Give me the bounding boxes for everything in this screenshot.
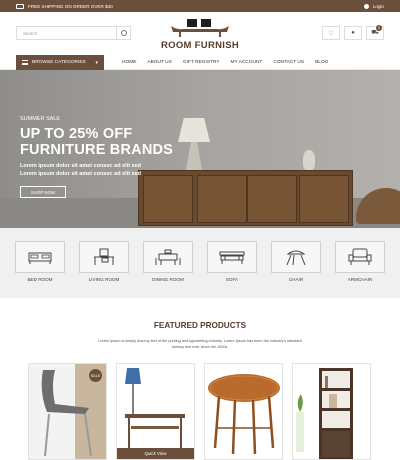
nav-item-about-us[interactable]: ABOUT US xyxy=(147,60,171,65)
hero-subtitle-line2: Lorem ipsum dolor sit amet consec ad eli… xyxy=(20,171,142,177)
wishlist-button[interactable]: ♡ xyxy=(322,26,340,40)
search-input[interactable]: Search xyxy=(17,31,116,36)
sofa-logo-icon xyxy=(171,19,229,37)
top-bar: FREE SHIPPING ON ORDER OVER $40 Login xyxy=(0,0,400,12)
category-box[interactable] xyxy=(143,241,193,273)
category-box[interactable] xyxy=(271,241,321,273)
category-strip: BED ROOM LIVING ROOM DINING ROOM SOFA CH… xyxy=(0,228,400,298)
desk-chair-icon xyxy=(94,248,114,265)
product-card[interactable]: Quick View xyxy=(116,363,195,460)
featured-description: Lorem Ipsum is simply dummy text of the … xyxy=(98,339,302,349)
category-sofa[interactable]: SOFA xyxy=(207,241,257,298)
shop-now-button[interactable]: SHOP NOW xyxy=(20,186,66,198)
chevron-down-icon: ▾ xyxy=(95,59,98,66)
header-icons: ♡ ● ⛟ 0 xyxy=(322,25,384,40)
sale-badge: SALE xyxy=(89,369,102,382)
heart-icon: ♡ xyxy=(328,30,334,37)
category-label: ARMCHAIR xyxy=(347,277,373,282)
product-card[interactable] xyxy=(292,363,371,460)
product-card[interactable]: SALE xyxy=(28,363,107,460)
menu-icon xyxy=(22,60,28,65)
nav-item-home[interactable]: HOME xyxy=(122,60,136,65)
hero-banner: SUMMER SALE UP TO 25% OFF FURNITURE BRAN… xyxy=(0,70,400,228)
header: Search ROOM FURNISH ♡ ● ⛟ 0 xyxy=(0,12,400,54)
search-button[interactable] xyxy=(116,27,130,39)
product-image-bookshelf xyxy=(293,364,370,459)
sofa-icon xyxy=(219,251,245,264)
lamp-image xyxy=(178,118,210,142)
category-label: CHAIR xyxy=(288,277,304,282)
logo-text: ROOM FURNISH xyxy=(160,40,239,51)
login-link[interactable]: Login xyxy=(363,3,384,9)
shipping-notice: FREE SHIPPING ON ORDER OVER $40 xyxy=(16,3,113,9)
search-icon xyxy=(120,30,127,36)
search-box[interactable]: Search xyxy=(16,26,131,40)
product-grid: SALE Quick View xyxy=(28,363,372,460)
hero-kicker: SUMMER SALE xyxy=(20,116,61,122)
hero-title-line1: UP TO 25% OFF xyxy=(20,126,133,142)
category-box[interactable] xyxy=(79,241,129,273)
cart-count-badge: 0 xyxy=(376,25,382,31)
browse-categories-button[interactable]: BROWSE CATEGORIES ▾ xyxy=(16,55,104,70)
logo[interactable]: ROOM FURNISH xyxy=(160,17,240,53)
category-box[interactable] xyxy=(15,241,65,273)
nav-item-blog[interactable]: BLOG xyxy=(315,60,328,65)
login-text[interactable]: Login xyxy=(373,4,384,9)
nav-item-contact-us[interactable]: CONTACT US xyxy=(273,60,304,65)
nav-menu: HOME ABOUT US GIFT REGISTRY MY ACCOUNT C… xyxy=(122,55,328,70)
account-button[interactable]: ● xyxy=(344,26,362,40)
browse-categories-label: BROWSE CATEGORIES xyxy=(32,60,86,65)
dining-table-icon xyxy=(155,249,181,265)
category-dining-room[interactable]: DINING ROOM xyxy=(143,241,193,298)
category-label: LIVING ROOM xyxy=(88,277,120,282)
category-armchair[interactable]: ARMCHAIR xyxy=(335,241,385,298)
nav-item-my-account[interactable]: MY ACCOUNT xyxy=(230,60,262,65)
armchair-icon xyxy=(348,248,372,265)
nav-item-gift-registry[interactable]: GIFT REGISTRY xyxy=(183,60,220,65)
shipping-text: FREE SHIPPING ON ORDER OVER $40 xyxy=(28,3,113,9)
product-card[interactable] xyxy=(204,363,283,460)
sideboard-door xyxy=(247,175,297,223)
main-nav: BROWSE CATEGORIES ▾ HOME ABOUT US GIFT R… xyxy=(0,54,400,70)
quick-view-button[interactable]: Quick View xyxy=(117,448,194,459)
category-box[interactable] xyxy=(207,241,257,273)
bed-icon xyxy=(28,252,52,264)
truck-icon xyxy=(16,3,24,9)
sideboard-door xyxy=(197,175,247,223)
chair-image xyxy=(356,188,400,224)
vase-image xyxy=(303,150,315,170)
lamp-base-image xyxy=(186,142,202,170)
product-image-round-table xyxy=(205,364,282,459)
category-label: SOFA xyxy=(225,277,239,282)
category-bed-room[interactable]: BED ROOM xyxy=(15,241,65,298)
category-label: DINING ROOM xyxy=(152,277,184,282)
user-icon xyxy=(363,3,369,9)
category-box[interactable] xyxy=(335,241,385,273)
category-living-room[interactable]: LIVING ROOM xyxy=(79,241,129,298)
category-chair[interactable]: CHAIR xyxy=(271,241,321,298)
hero-copy: SUMMER SALE UP TO 25% OFF FURNITURE BRAN… xyxy=(20,116,173,198)
sideboard-door xyxy=(299,175,349,223)
cart-button[interactable]: ⛟ 0 xyxy=(366,25,384,40)
hero-title-line2: FURNITURE BRANDS xyxy=(20,142,174,158)
category-label: BED ROOM xyxy=(27,277,53,282)
product-image-lamp-table xyxy=(117,364,194,459)
user-icon: ● xyxy=(351,30,355,36)
chair-icon xyxy=(286,250,306,266)
featured-title: FEATURED PRODUCTS xyxy=(153,321,247,330)
hero-subtitle-line1: Lorem ipsum dolor sit amet consec ad eli… xyxy=(20,163,142,169)
